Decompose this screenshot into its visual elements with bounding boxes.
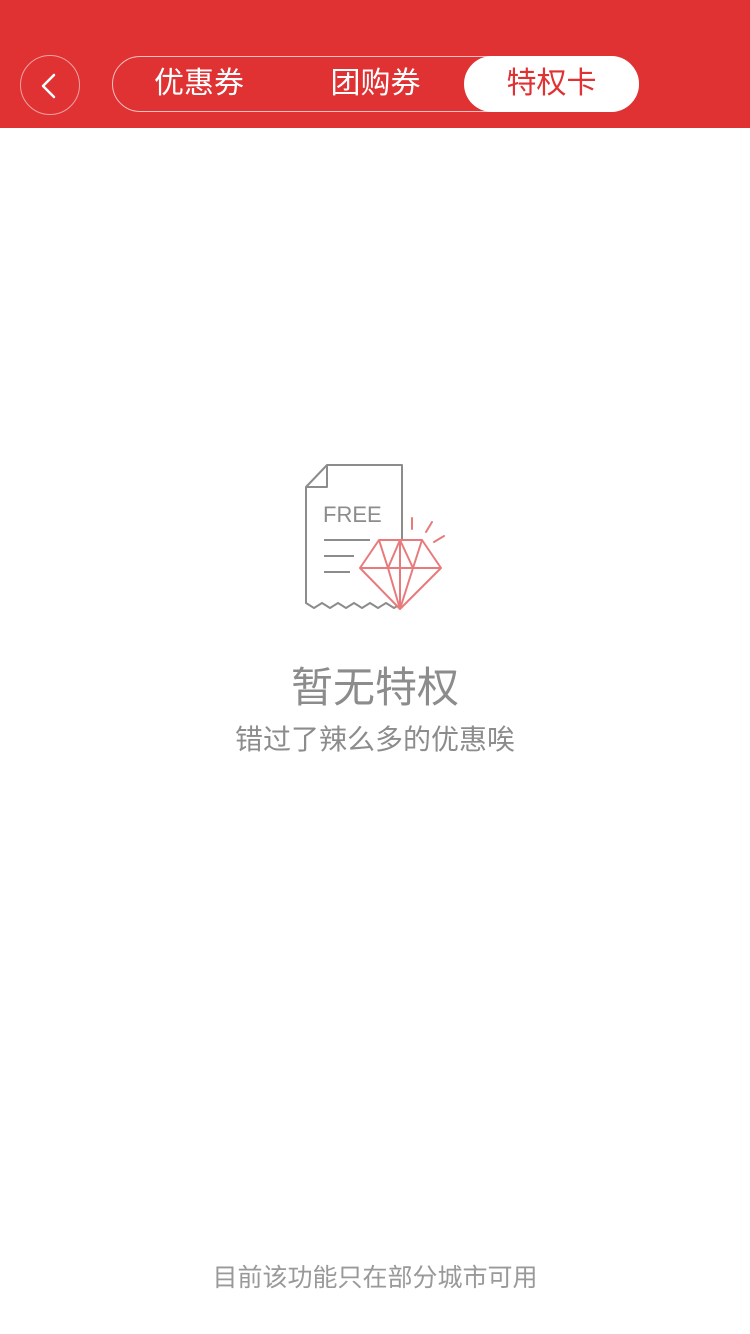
empty-state-title: 暂无特权 bbox=[290, 663, 459, 712]
tab-privilege-card[interactable]: 特权卡 bbox=[464, 55, 639, 112]
free-coupon-diamond-icon: FREE bbox=[300, 460, 450, 619]
tab-switcher: 优惠券 团购券 特权卡 bbox=[112, 55, 639, 112]
tab-coupons[interactable]: 优惠券 bbox=[112, 56, 287, 112]
back-button[interactable] bbox=[20, 55, 80, 115]
receipt-free-text: FREE bbox=[323, 502, 382, 527]
tab-group-buy[interactable]: 团购券 bbox=[288, 56, 463, 112]
empty-state-subtitle: 错过了辣么多的优惠唉 bbox=[234, 723, 515, 756]
availability-note: 目前该功能只在部分城市可用 bbox=[212, 1263, 538, 1292]
chevron-left-icon bbox=[41, 73, 56, 99]
top-header: 优惠券 团购券 特权卡 bbox=[0, 0, 750, 128]
